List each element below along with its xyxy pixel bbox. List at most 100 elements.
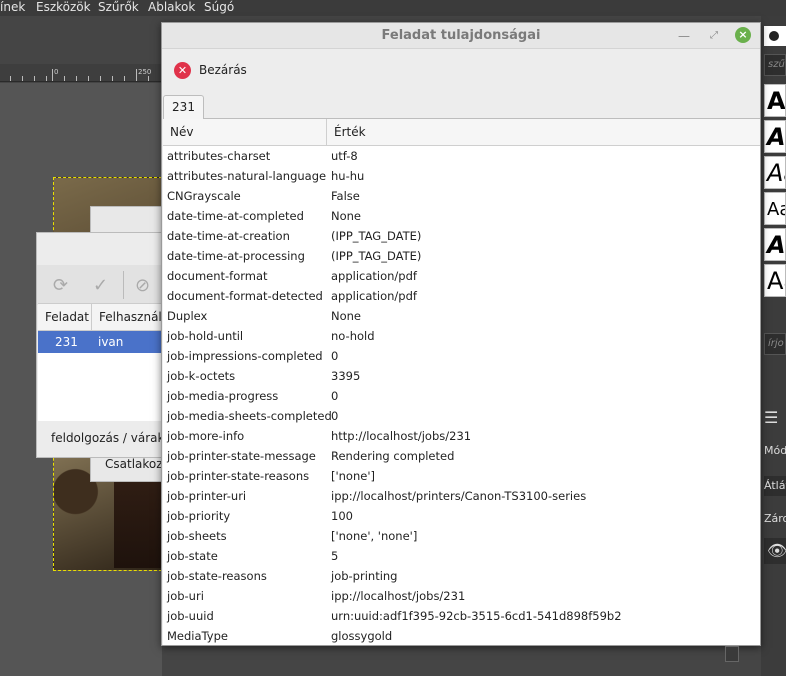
- attribute-value: utf-8: [331, 149, 358, 163]
- attributes-table: Név Érték attributes-charset utf-8 attrib…: [163, 119, 760, 645]
- app-menubar: ínek Eszközök Szűrők Ablakok Súgó: [0, 0, 786, 16]
- queue-toolbar: ⟳ ✓ ⊘: [37, 265, 163, 305]
- table-row[interactable]: job-priority 100: [163, 506, 760, 526]
- font-preview[interactable]: Aa: [764, 228, 786, 261]
- dialog-title: Feladat tulajdonságai: [381, 28, 541, 43]
- window-close-icon[interactable]: ×: [735, 27, 751, 43]
- maximize-icon[interactable]: ⤢: [705, 27, 723, 45]
- tab-job-231[interactable]: 231: [163, 95, 204, 119]
- font-preview[interactable]: Aa: [764, 156, 786, 189]
- column-header-user[interactable]: Felhasználó: [92, 303, 162, 331]
- opacity-label[interactable]: Átlát: [764, 476, 786, 496]
- font-preview[interactable]: Aa: [764, 264, 786, 297]
- table-row[interactable]: CNGrayscale False: [163, 186, 760, 206]
- attribute-name: Duplex: [167, 309, 208, 323]
- mode-label: Mód: [764, 444, 786, 457]
- column-header-value[interactable]: Érték: [334, 119, 366, 145]
- attribute-value: hu-hu: [331, 169, 365, 183]
- table-row[interactable]: job-k-octets 3395: [163, 366, 760, 386]
- job-properties-dialog: Feladat tulajdonságai — ⤢ × ✕ Bezárás 23…: [161, 22, 761, 646]
- attribute-value: False: [331, 189, 360, 203]
- menu-item-help[interactable]: Súgó: [204, 0, 234, 14]
- layers-menu-icon[interactable]: ☰: [764, 408, 786, 432]
- table-row[interactable]: job-state-reasons job-printing: [163, 566, 760, 586]
- table-row[interactable]: job-printer-uri ipp://localhost/printers/…: [163, 486, 760, 506]
- table-row[interactable]: document-format application/pdf: [163, 266, 760, 286]
- attribute-name: job-uri: [167, 589, 204, 603]
- attribute-name: attributes-charset: [167, 149, 271, 163]
- font-preview[interactable]: Aa: [764, 84, 786, 117]
- attribute-value: 3395: [331, 369, 361, 383]
- attribute-value: glossygold: [331, 629, 393, 643]
- table-row[interactable]: document-format-detected application/pdf: [163, 286, 760, 306]
- dock-search-field[interactable]: szűr: [764, 54, 786, 76]
- attribute-name: job-hold-until: [167, 329, 244, 343]
- close-circle-icon: ✕: [174, 61, 191, 79]
- attribute-name: job-state: [167, 549, 218, 563]
- brush-icon[interactable]: [764, 26, 786, 46]
- refresh-icon[interactable]: ⟳: [53, 275, 68, 296]
- attribute-name: job-state-reasons: [167, 569, 267, 583]
- table-row[interactable]: 231 ivan: [38, 331, 162, 353]
- attribute-value: application/pdf: [331, 269, 417, 283]
- attribute-value: ipp://localhost/printers/Canon-TS3100-se…: [331, 489, 587, 503]
- font-preview[interactable]: Aa: [764, 192, 786, 225]
- attribute-value: 0: [331, 409, 339, 423]
- menu-item-images[interactable]: ínek: [0, 0, 25, 14]
- checkmark-icon[interactable]: ✓: [93, 275, 108, 296]
- menu-item-windows[interactable]: Ablakok: [148, 0, 195, 14]
- table-row[interactable]: job-impressions-completed 0: [163, 346, 760, 366]
- attribute-name: document-format: [167, 269, 268, 283]
- horizontal-ruler: 0 250: [0, 64, 162, 82]
- table-row[interactable]: date-time-at-completed None: [163, 206, 760, 226]
- column-header-name[interactable]: Név: [170, 119, 193, 145]
- attribute-name: job-more-info: [167, 429, 245, 443]
- attribute-value: (IPP_TAG_DATE): [331, 229, 422, 243]
- attribute-name: MediaType: [167, 629, 228, 643]
- column-header-job[interactable]: Feladat: [38, 303, 92, 331]
- menu-item-filters[interactable]: Szűrők: [98, 0, 139, 14]
- attribute-name: CNGrayscale: [167, 189, 241, 203]
- table-row[interactable]: Duplex None: [163, 306, 760, 326]
- table-row[interactable]: date-time-at-processing (IPP_TAG_DATE): [163, 246, 760, 266]
- font-preview[interactable]: Aa: [764, 120, 786, 153]
- table-row[interactable]: date-time-at-creation (IPP_TAG_DATE): [163, 226, 760, 246]
- table-row[interactable]: job-media-sheets-completed 0: [163, 406, 760, 426]
- attribute-name: job-priority: [167, 509, 231, 523]
- table-row[interactable]: job-printer-state-message Rendering compl…: [163, 446, 760, 466]
- attribute-value: 5: [331, 549, 339, 563]
- cancel-icon[interactable]: ⊘: [135, 275, 150, 296]
- scrollbar-arrow[interactable]: [725, 646, 739, 662]
- table-row[interactable]: job-uri ipp://localhost/jobs/231: [163, 586, 760, 606]
- table-row[interactable]: MediaType glossygold: [163, 626, 760, 645]
- attribute-name: job-impressions-completed: [167, 349, 323, 363]
- table-row[interactable]: job-hold-until no-hold: [163, 326, 760, 346]
- table-body: attributes-charset utf-8 attributes-natur…: [163, 146, 760, 645]
- table-row[interactable]: job-uuid urn:uuid:adf1f395-92cb-3515-6cd1…: [163, 606, 760, 626]
- attribute-value: http://localhost/jobs/231: [331, 429, 472, 443]
- table-row[interactable]: job-sheets ['none', 'none']: [163, 526, 760, 546]
- minimize-icon[interactable]: —: [675, 27, 693, 45]
- table-row[interactable]: job-media-progress 0: [163, 386, 760, 406]
- job-list[interactable]: [38, 353, 162, 421]
- attribute-value: ['none']: [331, 469, 375, 483]
- attribute-name: document-format-detected: [167, 289, 323, 303]
- dialog-titlebar[interactable]: Feladat tulajdonságai — ⤢ ×: [162, 23, 760, 49]
- dock-text-field[interactable]: írjo: [764, 333, 786, 355]
- attribute-value: ipp://localhost/jobs/231: [331, 589, 466, 603]
- eye-icon[interactable]: 👁: [764, 538, 786, 564]
- table-row[interactable]: job-more-info http://localhost/jobs/231: [163, 426, 760, 446]
- attribute-name: job-media-progress: [167, 389, 279, 403]
- table-row[interactable]: attributes-natural-language hu-hu: [163, 166, 760, 186]
- attribute-name: job-printer-uri: [167, 489, 247, 503]
- table-row[interactable]: attributes-charset utf-8: [163, 146, 760, 166]
- attribute-name: job-uuid: [167, 609, 214, 623]
- attribute-value: None: [331, 309, 362, 323]
- close-button[interactable]: ✕ Bezárás: [174, 59, 247, 81]
- menu-item-tools[interactable]: Eszközök: [36, 0, 91, 14]
- attribute-value: application/pdf: [331, 289, 417, 303]
- print-queue-window: ⟳ ✓ ⊘ Feladat Felhasználó 231 ivan feldo…: [36, 232, 191, 458]
- table-row[interactable]: job-state 5: [163, 546, 760, 566]
- table-header: Név Érték: [163, 119, 760, 146]
- table-row[interactable]: job-printer-state-reasons ['none']: [163, 466, 760, 486]
